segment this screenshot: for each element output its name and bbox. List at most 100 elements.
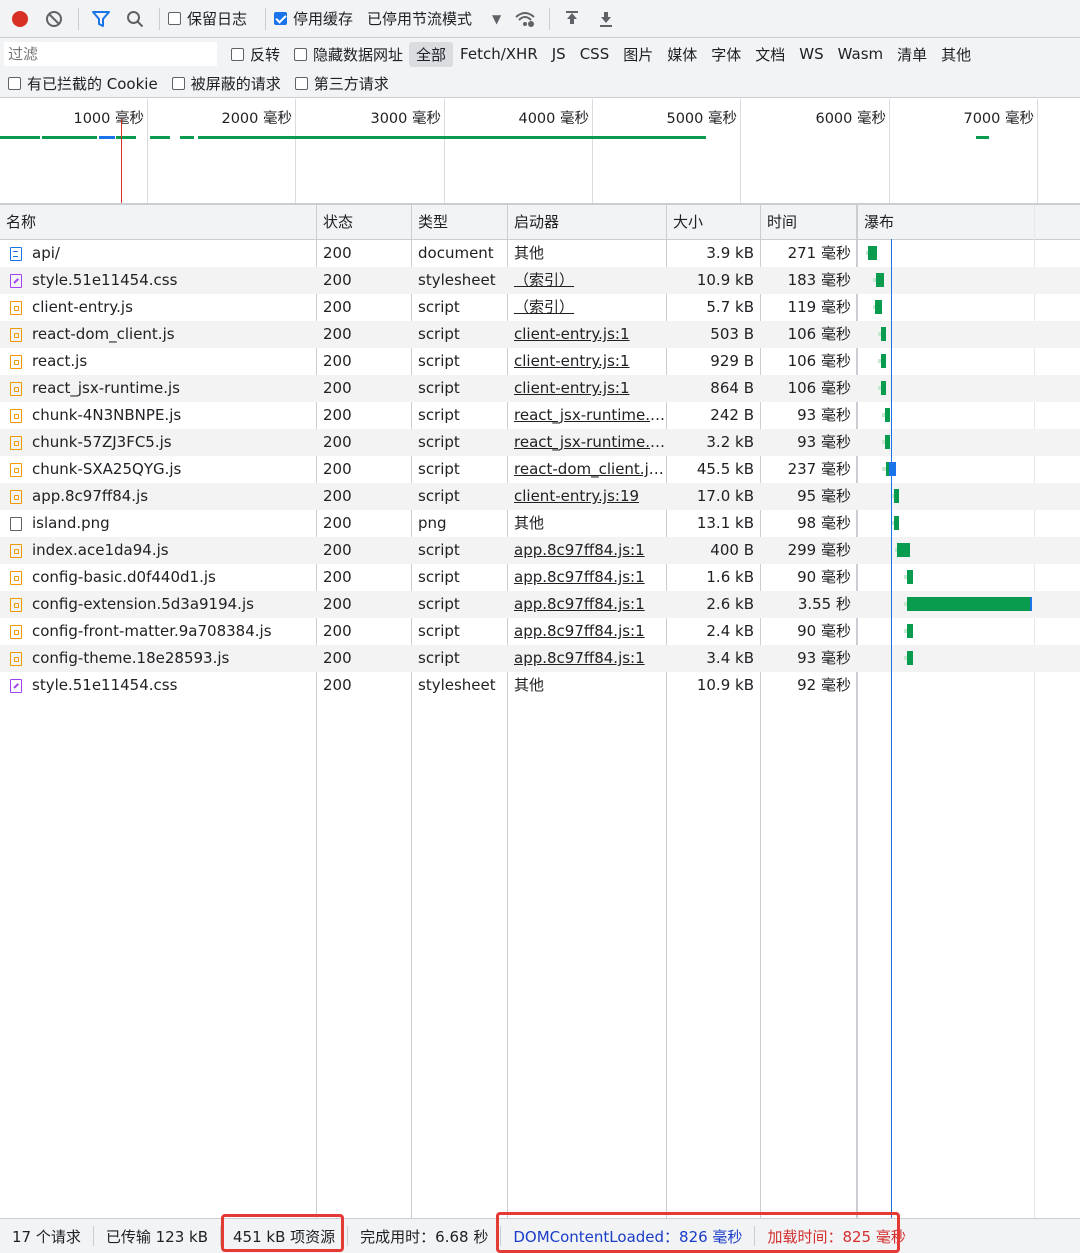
table-row[interactable]: island.png 200 png 其他 13.1 kB 98 毫秒 — [0, 510, 1080, 537]
hide-data-urls-checkbox[interactable]: 隐藏数据网址 — [294, 44, 403, 65]
request-initiator[interactable]: （索引） — [508, 267, 666, 294]
checkbox-box[interactable] — [168, 12, 181, 25]
column-header-waterfall[interactable]: 瀑布 — [858, 205, 1080, 239]
checkbox-box[interactable] — [171, 77, 185, 90]
request-initiator[interactable]: client-entry.js:19 — [508, 483, 666, 510]
type-filter-other[interactable]: 其他 — [934, 42, 978, 67]
initiator-link[interactable]: app.8c97ff84.js:1 — [514, 622, 645, 640]
request-initiator[interactable]: react-dom_client.js:1 — [508, 456, 666, 483]
export-har-button[interactable] — [592, 5, 620, 33]
type-filter-all[interactable]: 全部 — [409, 41, 454, 67]
request-initiator[interactable]: client-entry.js:1 — [508, 321, 666, 348]
table-row[interactable]: api/200 document 其他 3.9 kB 271 毫秒 — [0, 240, 1080, 267]
search-button[interactable] — [121, 5, 149, 33]
blocked-requests-checkbox[interactable]: 被屏蔽的请求 — [171, 73, 281, 94]
type-filter-manifest[interactable]: 清单 — [890, 42, 934, 67]
request-initiator[interactable]: client-entry.js:1 — [508, 348, 666, 375]
type-filter-fetch-xhr[interactable]: Fetch/XHR — [453, 43, 545, 65]
request-status: 200 — [323, 541, 352, 559]
table-row[interactable]: config-theme.18e28593.js 200 script app.8c9… — [0, 645, 1080, 672]
table-row[interactable]: chunk-57ZJ3FC5.js 200 script react_jsx-runt… — [0, 429, 1080, 456]
table-row[interactable]: style.51e11454.css 200 stylesheet （索引） 10.9 … — [0, 267, 1080, 294]
request-initiator[interactable]: app.8c97ff84.js:1 — [508, 645, 666, 672]
table-row[interactable]: app.8c97ff84.js 200 script client-entry.js:… — [0, 483, 1080, 510]
initiator-link[interactable]: client-entry.js:19 — [514, 487, 639, 505]
checkbox-box-checked[interactable] — [274, 12, 288, 25]
checkbox-box[interactable] — [294, 47, 308, 61]
request-initiator[interactable]: client-entry.js:1 — [508, 375, 666, 402]
clear-button[interactable] — [40, 5, 68, 33]
blocked-cookies-checkbox[interactable]: 有已拦截的 Cookie — [8, 73, 158, 94]
type-filter-js[interactable]: JS — [545, 43, 573, 65]
request-time: 106 毫秒 — [787, 379, 851, 397]
request-initiator[interactable]: app.8c97ff84.js:1 — [508, 591, 666, 618]
network-conditions-button[interactable] — [511, 5, 539, 33]
filter-button[interactable] — [87, 5, 115, 33]
initiator-link[interactable]: react-dom_client.js:1 — [514, 460, 666, 478]
table-row[interactable]: config-basic.d0f440d1.js 200 script app.8c9… — [0, 564, 1080, 591]
initiator-link[interactable]: client-entry.js:1 — [514, 352, 629, 370]
request-type: script — [418, 649, 460, 667]
checkbox-box[interactable] — [294, 77, 308, 90]
initiator-link[interactable]: app.8c97ff84.js:1 — [514, 649, 645, 667]
overview-gridline — [147, 99, 148, 203]
initiator-link[interactable]: client-entry.js:1 — [514, 379, 629, 397]
record-button[interactable] — [6, 5, 34, 33]
initiator-link[interactable]: client-entry.js:1 — [514, 325, 629, 343]
table-row[interactable]: index.ace1da94.js 200 script app.8c97ff84.j… — [0, 537, 1080, 564]
column-header-type[interactable]: 类型 — [412, 205, 507, 239]
initiator-link[interactable]: react_jsx-runtime.j… — [514, 433, 666, 451]
request-initiator[interactable]: react_jsx-runtime.j… — [508, 429, 666, 456]
import-har-button[interactable] — [558, 5, 586, 33]
type-filter-ws[interactable]: WS — [792, 43, 830, 65]
initiator-link[interactable]: app.8c97ff84.js:1 — [514, 568, 645, 586]
request-initiator[interactable]: react_jsx-runtime.j… — [508, 402, 666, 429]
preserve-log-checkbox[interactable]: 保留日志 — [168, 8, 247, 29]
blocked-cookies-label: 有已拦截的 Cookie — [27, 75, 158, 93]
checkbox-box[interactable] — [8, 77, 21, 90]
type-filter-doc[interactable]: 文档 — [748, 42, 792, 67]
column-header-size[interactable]: 大小 — [667, 205, 760, 239]
table-row[interactable]: chunk-SXA25QYG.js 200 script react-dom_clie… — [0, 456, 1080, 483]
table-row[interactable]: config-extension.5d3a9194.js 200 script app… — [0, 591, 1080, 618]
type-filter-font[interactable]: 字体 — [704, 42, 748, 67]
initiator-link[interactable]: （索引） — [514, 298, 574, 316]
table-row[interactable]: client-entry.js 200 script （索引） 5.7 kB 119 毫秒 — [0, 294, 1080, 321]
initiator-link[interactable]: app.8c97ff84.js:1 — [514, 595, 645, 613]
request-initiator[interactable]: app.8c97ff84.js:1 — [508, 537, 666, 564]
column-header-initiator[interactable]: 启动器 — [508, 205, 666, 239]
request-size: 10.9 kB — [696, 676, 754, 694]
table-row[interactable]: react_jsx-runtime.js 200 script client-entr… — [0, 375, 1080, 402]
column-header-status[interactable]: 状态 — [317, 205, 411, 239]
type-filter-media[interactable]: 媒体 — [660, 42, 704, 67]
disable-cache-checkbox[interactable]: 停用缓存 — [274, 8, 353, 29]
request-type: script — [418, 460, 460, 478]
request-initiator[interactable]: （索引） — [508, 294, 666, 321]
initiator-link[interactable]: app.8c97ff84.js:1 — [514, 541, 645, 559]
timeline-overview[interactable]: 1000 毫秒 2000 毫秒 3000 毫秒 4000 毫秒 5000 毫秒 … — [0, 99, 1080, 205]
third-party-checkbox[interactable]: 第三方请求 — [294, 73, 389, 94]
table-row[interactable]: style.51e11454.css 200 stylesheet 其他 10.9 kB… — [0, 672, 1080, 699]
column-header-name[interactable]: 名称 — [0, 205, 316, 239]
invert-checkbox[interactable]: 反转 — [231, 44, 280, 65]
table-row[interactable]: react-dom_client.js 200 script client-entry… — [0, 321, 1080, 348]
type-filter-css[interactable]: CSS — [573, 43, 617, 65]
request-initiator[interactable]: app.8c97ff84.js:1 — [508, 618, 666, 645]
type-filter-wasm[interactable]: Wasm — [831, 43, 891, 65]
table-row[interactable]: config-front-matter.9a708384.js 200 script… — [0, 618, 1080, 645]
request-type: script — [418, 325, 460, 343]
initiator-link[interactable]: react_jsx-runtime.j… — [514, 406, 666, 424]
filter-input[interactable] — [4, 42, 217, 66]
request-size: 17.0 kB — [696, 487, 754, 505]
column-header-time[interactable]: 时间 — [761, 205, 857, 239]
toolbar-divider — [265, 7, 267, 30]
overview-activity-bar — [180, 136, 194, 139]
throttling-select[interactable]: 已停用节流模式 ▼ — [367, 8, 501, 29]
overview-tick-label: 7000 毫秒 — [963, 111, 1034, 127]
checkbox-box[interactable] — [231, 47, 244, 61]
table-row[interactable]: react.js 200 script client-entry.js:1 929 B 1… — [0, 348, 1080, 375]
initiator-link[interactable]: （索引） — [514, 271, 574, 289]
request-initiator[interactable]: app.8c97ff84.js:1 — [508, 564, 666, 591]
table-row[interactable]: chunk-4N3NBNPE.js 200 script react_jsx-runt… — [0, 402, 1080, 429]
type-filter-img[interactable]: 图片 — [616, 42, 660, 67]
